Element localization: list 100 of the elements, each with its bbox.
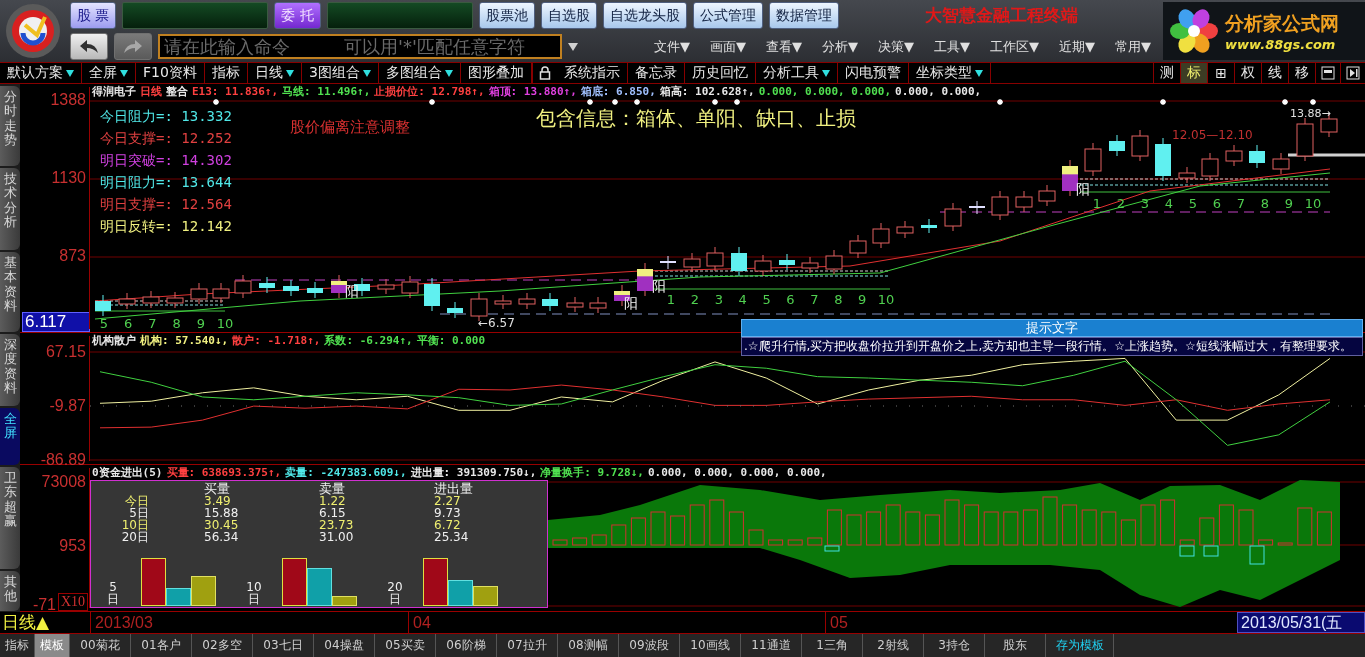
bar-group-label: 5日	[106, 580, 120, 606]
net-bar	[332, 596, 357, 606]
volume-bar	[611, 524, 627, 546]
indicator-reading: 散户: -1.718↑,	[232, 332, 321, 348]
price-level: 明日突破=: 14.302	[100, 152, 232, 169]
side-tab[interactable]: 卫东超赢	[0, 467, 20, 569]
volume-bar	[670, 515, 686, 546]
buy-bar	[282, 558, 307, 606]
volume-bar	[1062, 504, 1078, 546]
axis-label: 1388	[50, 91, 86, 109]
axis-label: 873	[59, 247, 86, 265]
back-arrow-icon	[78, 38, 100, 55]
toolbar-item[interactable]: 坐标类型	[908, 63, 991, 83]
count-label: 8	[834, 292, 843, 307]
count-label: 5	[1188, 196, 1198, 211]
toolbar-item[interactable]: 系统指示	[556, 63, 628, 83]
toolbar-item[interactable]: F10资料	[136, 63, 205, 83]
menu-item[interactable]: 分析▼	[822, 37, 858, 56]
toolbar-item[interactable]: 全屏	[82, 63, 136, 83]
side-tab[interactable]: 深度资料	[0, 334, 20, 406]
toolbar-item[interactable]: 3图组合	[301, 63, 379, 83]
volume-bar	[1277, 542, 1293, 546]
axis-label: -9.87	[49, 397, 86, 415]
volume-bar	[944, 499, 960, 546]
toolbar-item[interactable]: 默认方案	[0, 63, 82, 83]
menu-item[interactable]: 工作区▼	[990, 37, 1039, 56]
volume-bar	[866, 511, 882, 546]
toolbar-button[interactable]: 数据管理	[768, 2, 839, 29]
toolbar-button[interactable]: 股票池	[478, 2, 535, 29]
table-cell-text: 2.27	[433, 495, 462, 507]
price-range-mark: 12.05—12.10	[1172, 128, 1253, 142]
toolbar-item[interactable]: 日线	[247, 63, 302, 83]
asterisk-icon	[711, 98, 719, 106]
candlestick	[968, 200, 986, 215]
toolbar-button[interactable]: 委 托	[274, 2, 321, 29]
count-label: 1	[666, 292, 676, 307]
menu-item[interactable]: 画面▼	[710, 37, 746, 56]
column-header: 买量	[203, 482, 231, 495]
dropdown-icon[interactable]	[568, 42, 578, 51]
side-tab[interactable]: 其他	[0, 571, 20, 611]
toolbar-item[interactable]: 备忘录	[627, 63, 685, 83]
candlestick	[1038, 184, 1056, 207]
current-price-tag: 6.117	[22, 312, 90, 332]
candlestick	[1296, 117, 1314, 162]
toolbar-button[interactable]: 公式管理	[692, 2, 763, 29]
command-field[interactable]: 请在此输入命令 可以用'*'匹配任意字符	[158, 34, 562, 59]
toolbar-item[interactable]: 指标	[204, 63, 248, 83]
table-cell-text: 6.72	[433, 519, 462, 531]
back-button[interactable]	[70, 33, 108, 60]
period-label[interactable]: 日线▲	[0, 612, 90, 633]
app-logo-icon	[5, 3, 61, 59]
toolbar-button[interactable]: 股 票	[70, 2, 117, 29]
side-tab[interactable]: 技术分析	[0, 168, 20, 250]
toolbar-item[interactable]: 图形叠加	[460, 63, 532, 83]
toolbar-item[interactable]: 分析工具	[755, 63, 838, 83]
table-cell-text: 25.34	[433, 531, 470, 543]
candlestick	[259, 276, 275, 294]
table-cell-text: 15.88	[203, 507, 240, 519]
asterisk-icon	[1281, 98, 1289, 106]
table-cell-text: 23.73	[318, 519, 355, 531]
candlestick	[637, 262, 653, 297]
tool-button[interactable]: 标	[1180, 63, 1207, 83]
side-tab[interactable]: 分时走势	[0, 86, 20, 166]
hint-title: 提示文字	[741, 319, 1363, 337]
count-label: 9	[858, 292, 867, 307]
toolbar-button[interactable]: 自选股	[540, 2, 597, 29]
table-cell-text: 9.73	[433, 507, 462, 519]
menu-item[interactable]: 常用▼	[1115, 37, 1151, 56]
yang-mark: 阳	[1076, 181, 1090, 197]
volume-bar	[748, 529, 764, 546]
indicator-reading: 系数: -6.294↑,	[324, 332, 413, 348]
candlestick	[1109, 134, 1125, 157]
menu-item[interactable]: 文件▼	[654, 37, 690, 56]
asterisk-icon	[633, 98, 641, 106]
volume-bar	[787, 539, 803, 546]
chart-headline: 包含信息：箱体、单阳、缺口、止损	[536, 105, 856, 132]
count-label: 6	[1212, 196, 1222, 211]
axis-label: 67.15	[45, 343, 86, 361]
menu-item[interactable]: 近期▼	[1059, 37, 1095, 56]
axis-label: 1130	[51, 169, 86, 187]
hint-text: .☆爬升行情,买方把收盘价拉升到开盘价之上,卖方却也主导一段行情。☆上涨趋势。☆短线涨幅过大，有整理要求。	[741, 337, 1363, 356]
side-tab[interactable]: 全屏	[0, 408, 20, 465]
side-tab[interactable]: 基本资料	[0, 252, 20, 332]
candlestick	[991, 190, 1009, 221]
menu-item[interactable]: 查看▼	[766, 37, 802, 56]
toolbar-item[interactable]: 历史回忆	[684, 63, 756, 83]
candlestick	[849, 234, 867, 259]
menu-item[interactable]: 工具▼	[934, 37, 970, 56]
count-label: 5	[99, 316, 109, 331]
row-label: 20日	[120, 531, 149, 543]
toolbar-button[interactable]: 自选龙头股	[602, 2, 687, 29]
toolbar-item[interactable]: 闪电预警	[837, 63, 909, 83]
toolbar-item[interactable]: 多图组合	[378, 63, 461, 83]
bar-group-label: 10日	[246, 580, 262, 606]
net-bar	[191, 576, 216, 606]
table-cell-text: 3.49	[203, 495, 232, 507]
table-cell-text: 6.15	[318, 507, 347, 519]
table-cell-text: 1.22	[318, 495, 347, 507]
menu-item[interactable]: 决策▼	[878, 37, 914, 56]
candlestick	[212, 282, 230, 304]
